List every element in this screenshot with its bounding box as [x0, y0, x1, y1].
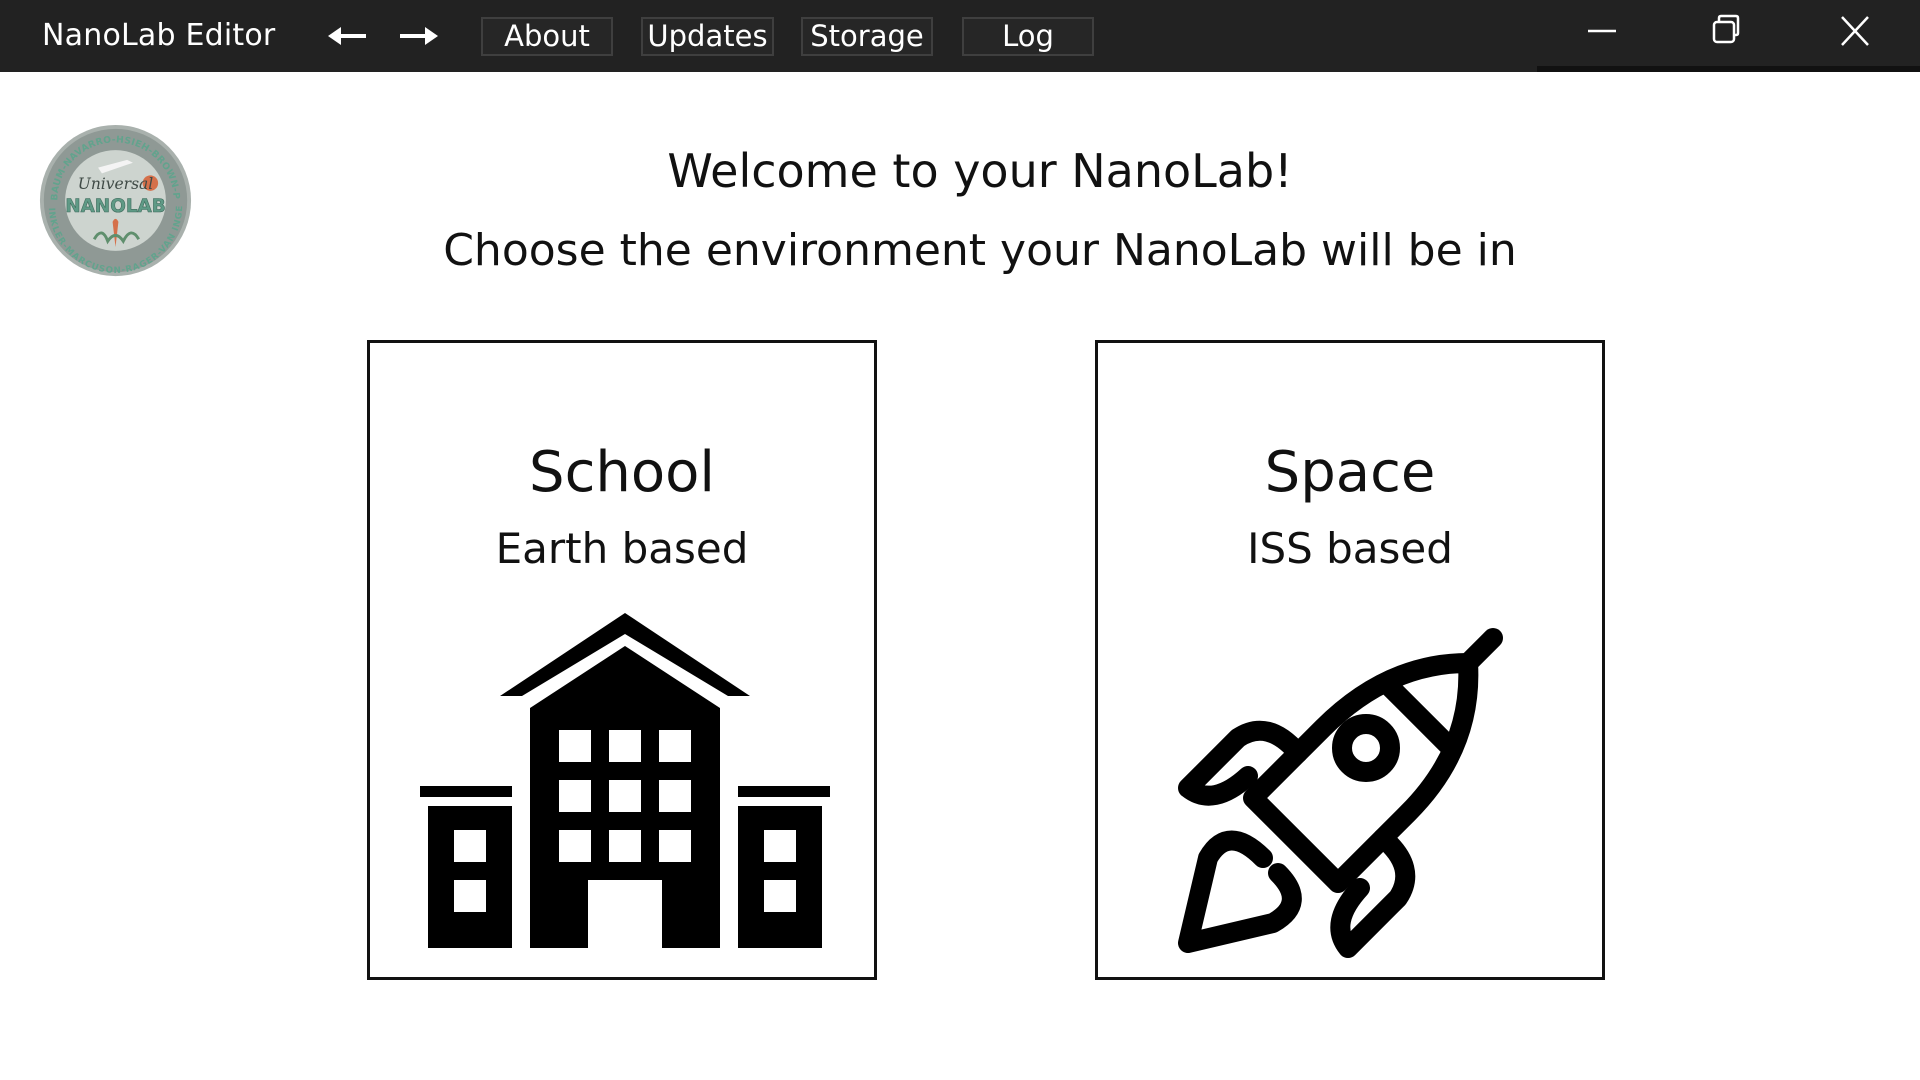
app-title: NanoLab Editor [42, 18, 276, 53]
school-building-icon [420, 608, 830, 948]
menu-updates-button[interactable]: Updates [641, 17, 774, 56]
school-title: School [529, 440, 715, 505]
welcome-heading: Welcome to your NanoLab! [667, 144, 1293, 198]
close-icon[interactable] [1827, 8, 1883, 54]
arrow-left-icon[interactable] [326, 18, 370, 54]
titlebar-shadow [1537, 66, 1920, 72]
school-option-card[interactable]: School Earth based [367, 340, 877, 980]
space-option-card[interactable]: Space ISS based [1095, 340, 1605, 980]
space-subtitle: ISS based [1247, 524, 1453, 573]
menu-log-button[interactable]: Log [962, 17, 1094, 56]
school-subtitle: Earth based [495, 524, 749, 573]
menu-about-button[interactable]: About [481, 17, 613, 56]
menu-storage-button[interactable]: Storage [801, 17, 933, 56]
arrow-right-icon[interactable] [396, 18, 440, 54]
title-bar: NanoLab Editor About Updates Storage Log [0, 0, 1920, 72]
minimize-icon[interactable] [1574, 8, 1630, 54]
restore-icon[interactable] [1698, 8, 1754, 54]
environment-prompt: Choose the environment your NanoLab will… [443, 225, 1517, 276]
space-title: Space [1264, 440, 1436, 505]
rocket-icon [1168, 598, 1538, 968]
